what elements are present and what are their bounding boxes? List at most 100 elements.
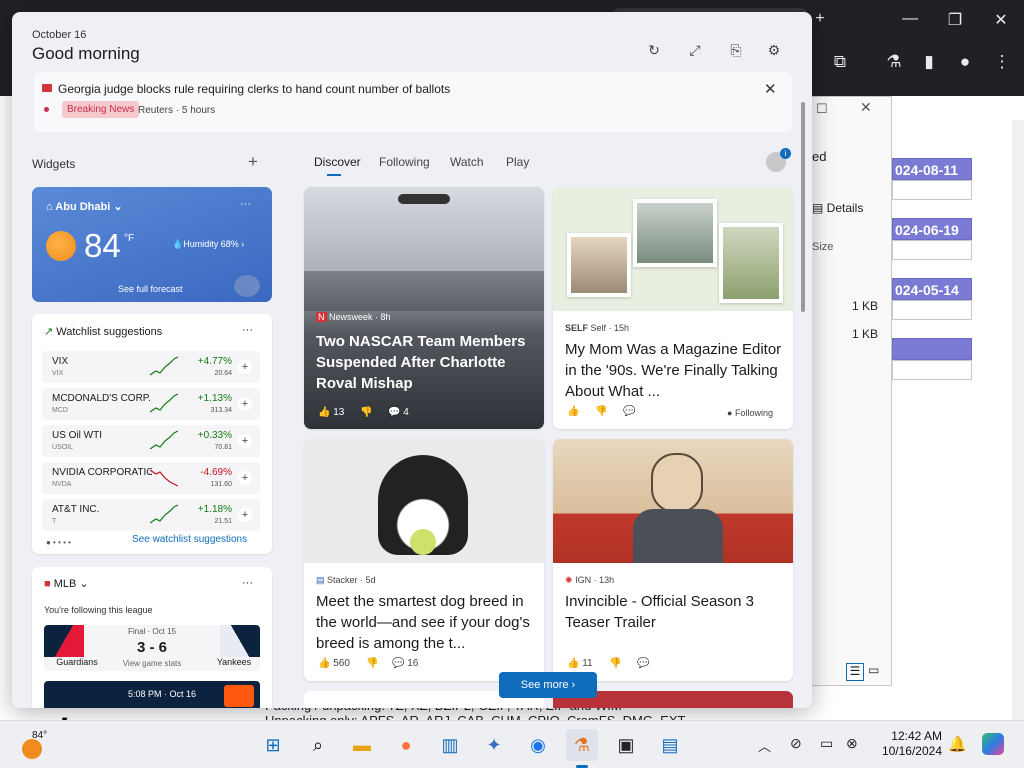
news-headline[interactable]: Two NASCAR Team Members Suspended After … bbox=[316, 331, 538, 394]
like-icon[interactable]: 👍 bbox=[567, 406, 579, 417]
notification-bell-icon[interactable]: 🔔 bbox=[948, 735, 967, 753]
tab-play[interactable]: Play bbox=[506, 155, 529, 169]
map-thumbnail[interactable] bbox=[234, 275, 260, 297]
refresh-icon[interactable]: ↻ bbox=[642, 38, 666, 62]
news-headline[interactable]: Invincible - Official Season 3 Teaser Tr… bbox=[565, 591, 787, 633]
weather-widget[interactable]: ⌂ Abu Dhabi ⌄ ··· 84 °F 💧Humidity 68% › … bbox=[32, 187, 272, 302]
share-icon[interactable]: ⎘ bbox=[724, 38, 748, 62]
stock-value: 131.60 bbox=[210, 481, 232, 488]
add-widget-button[interactable]: + bbox=[248, 152, 258, 172]
stock-row[interactable]: NVIDIA CORPORATION NVDA -4.69% 131.60 + bbox=[42, 462, 260, 494]
news-card[interactable]: SELF Self · 15h My Mom Was a Magazine Ed… bbox=[553, 187, 793, 429]
add-stock-icon[interactable]: + bbox=[238, 397, 252, 411]
details-view-icon[interactable]: ☰ bbox=[846, 663, 864, 681]
show-hidden-icons-chevron-icon[interactable]: ︿ bbox=[758, 736, 771, 755]
news-card[interactable]: ▤ Stacker · 5d Meet the smartest dog bre… bbox=[304, 439, 544, 681]
more-options-icon[interactable]: ··· bbox=[242, 577, 253, 589]
labs-icon[interactable]: ⚗ bbox=[882, 52, 906, 72]
size-column-header[interactable]: Size bbox=[812, 241, 833, 253]
firefox-icon[interactable]: ● bbox=[390, 729, 422, 761]
vertical-scrollbar[interactable] bbox=[801, 102, 805, 312]
more-options-icon[interactable]: ··· bbox=[242, 324, 253, 336]
game-card-2[interactable]: 5:08 PM · Oct 16 bbox=[44, 681, 260, 708]
window-app-icon[interactable]: ▤ bbox=[654, 729, 686, 761]
bird-app-icon[interactable]: ✦ bbox=[478, 729, 510, 761]
stock-row[interactable]: US Oil WTI USOIL +0.33% 70.81 + bbox=[42, 425, 260, 457]
weather-sun-icon[interactable] bbox=[22, 739, 42, 759]
close-explorer-icon[interactable]: ✕ bbox=[860, 99, 872, 116]
background-text: Unpacking only: APFS, AR, ARJ, CAB, CHM,… bbox=[265, 713, 745, 720]
tiles-view-icon[interactable]: ▭ bbox=[868, 663, 879, 677]
settings-gear-icon[interactable]: ⚙ bbox=[762, 38, 786, 62]
menu-icon[interactable]: ⋮ bbox=[990, 52, 1014, 72]
start-windows-icon[interactable]: ⊞ bbox=[257, 729, 289, 761]
dislike-icon[interactable]: 👎 bbox=[595, 406, 607, 417]
comment-button[interactable]: 💬 16 bbox=[392, 658, 418, 669]
minimize-icon[interactable]: — bbox=[895, 10, 925, 28]
tab-watch[interactable]: Watch bbox=[450, 155, 484, 169]
full-forecast-link[interactable]: See full forecast bbox=[118, 284, 183, 294]
sidepanel-icon[interactable]: ▮ bbox=[917, 52, 941, 72]
search-icon[interactable]: ⌕ bbox=[302, 729, 334, 761]
mlb-title: MLB bbox=[53, 578, 77, 590]
stock-change: +4.77% bbox=[197, 356, 232, 367]
like-button[interactable]: 👍 560 bbox=[318, 658, 350, 669]
details-button[interactable]: ▤ Details bbox=[812, 201, 863, 215]
stock-row[interactable]: VIX VIX +4.77% 20.64 + bbox=[42, 351, 260, 383]
comment-icon[interactable]: 💬 bbox=[623, 406, 635, 417]
carousel-dots[interactable] bbox=[398, 194, 450, 204]
dismiss-close-icon[interactable]: ✕ bbox=[764, 80, 777, 98]
taskbar-temperature[interactable]: 84° bbox=[32, 730, 47, 741]
news-card[interactable]: ✺ IGN · 13h Invincible - Official Season… bbox=[553, 439, 793, 681]
watchlist-more-link[interactable]: See watchlist suggestions bbox=[132, 534, 247, 545]
copilot-icon[interactable] bbox=[982, 733, 1004, 755]
extensions-icon[interactable]: ⧉ bbox=[828, 52, 852, 72]
close-window-icon[interactable]: ✕ bbox=[986, 10, 1016, 30]
profile-icon[interactable]: ● bbox=[953, 52, 977, 72]
lab-flask-icon[interactable]: ⚗ bbox=[566, 729, 598, 761]
like-button[interactable]: 👍 11 bbox=[567, 658, 593, 669]
maximize-icon[interactable]: ❐ bbox=[940, 10, 970, 30]
add-stock-icon[interactable]: + bbox=[238, 434, 252, 448]
system-clock[interactable]: 12:42 AM 10/16/2024 bbox=[872, 729, 942, 759]
news-card[interactable]: N Newsweek · 8h Two NASCAR Team Members … bbox=[304, 187, 544, 429]
add-stock-icon[interactable]: + bbox=[238, 471, 252, 485]
stock-row[interactable]: AT&T INC. T +1.18% 21.51 + bbox=[42, 499, 260, 531]
dislike-icon[interactable]: 👎 bbox=[366, 658, 378, 669]
game-stats-link[interactable]: View game stats bbox=[116, 659, 188, 668]
game-card[interactable]: Guardians Final · Oct 15 3 - 6 View game… bbox=[44, 625, 260, 671]
file-explorer-icon[interactable]: ▬ bbox=[346, 729, 378, 761]
photo-frame bbox=[567, 233, 631, 297]
stock-row[interactable]: MCDONALD'S CORP... MCD +1.13% 313.34 + bbox=[42, 388, 260, 420]
volume-muted-icon[interactable]: ⊗ bbox=[846, 735, 858, 752]
dislike-icon[interactable]: 👎 bbox=[609, 658, 621, 669]
location-selector[interactable]: ⌂ Abu Dhabi ⌄ bbox=[46, 200, 123, 213]
display-icon[interactable]: ▭ bbox=[820, 735, 833, 752]
tab-following[interactable]: Following bbox=[379, 155, 430, 169]
dislike-icon[interactable]: 👎 bbox=[360, 407, 372, 418]
restore-icon[interactable]: ☐ bbox=[816, 101, 828, 117]
breaking-news-banner[interactable] bbox=[34, 72, 792, 132]
following-indicator[interactable]: ● Following bbox=[727, 408, 773, 418]
mlb-logo-icon: ■ bbox=[44, 578, 51, 590]
comment-icon[interactable]: 💬 bbox=[637, 658, 649, 669]
expand-icon[interactable]: ⤢ bbox=[683, 38, 707, 62]
page-scrollbar[interactable] bbox=[1012, 120, 1024, 720]
like-button[interactable]: 👍 13 bbox=[318, 407, 344, 418]
news-headline[interactable]: Meet the smartest dog breed in the world… bbox=[316, 591, 538, 654]
terminal-icon[interactable]: ▣ bbox=[610, 729, 642, 761]
breaking-headline[interactable]: Georgia judge blocks rule requiring cler… bbox=[58, 82, 450, 96]
network-icon[interactable]: ⊘ bbox=[790, 735, 802, 752]
chrome-icon[interactable]: ◉ bbox=[522, 729, 554, 761]
tab-discover[interactable]: Discover bbox=[314, 155, 361, 169]
notepad-icon[interactable]: ▥ bbox=[434, 729, 466, 761]
see-more-button[interactable]: See more › bbox=[499, 672, 597, 698]
mlb-header[interactable]: ■ MLB ⌄ bbox=[44, 577, 89, 590]
add-stock-icon[interactable]: + bbox=[238, 360, 252, 374]
comment-button[interactable]: 💬 4 bbox=[388, 407, 409, 418]
details-label: Details bbox=[826, 201, 864, 215]
add-stock-icon[interactable]: + bbox=[238, 508, 252, 522]
pagination-dots[interactable]: ● • • • • bbox=[46, 538, 71, 547]
news-headline[interactable]: My Mom Was a Magazine Editor in the '90s… bbox=[565, 339, 787, 402]
more-options-icon[interactable]: ··· bbox=[240, 198, 251, 210]
